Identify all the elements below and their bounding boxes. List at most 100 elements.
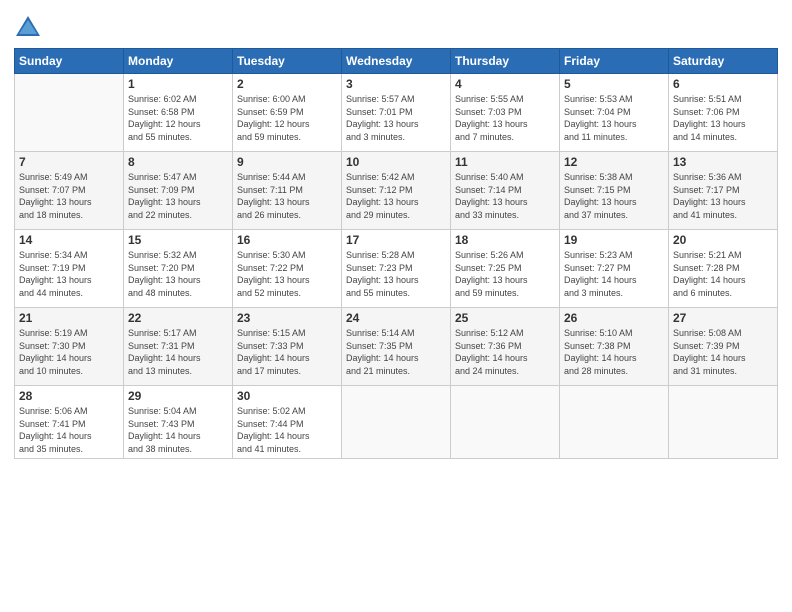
day-info-line: Daylight: 13 hours (455, 118, 555, 131)
day-info-line: Sunset: 7:20 PM (128, 262, 228, 275)
day-info-line: Daylight: 14 hours (673, 274, 773, 287)
day-info-line: Sunset: 7:25 PM (455, 262, 555, 275)
day-info-line: Sunset: 7:35 PM (346, 340, 446, 353)
calendar-cell: 8Sunrise: 5:47 AMSunset: 7:09 PMDaylight… (124, 152, 233, 230)
day-info-line: and 41 minutes. (237, 443, 337, 456)
day-info-line: Sunrise: 5:06 AM (19, 405, 119, 418)
day-info-line: Sunrise: 5:38 AM (564, 171, 664, 184)
day-number: 23 (237, 311, 337, 325)
calendar-cell: 14Sunrise: 5:34 AMSunset: 7:19 PMDayligh… (15, 230, 124, 308)
calendar-cell: 21 Sunrise: 5:19 AMSunset: 7:30 PMDayligh… (15, 308, 124, 386)
day-info-line: Sunset: 7:28 PM (673, 262, 773, 275)
day-number: 20 (673, 233, 773, 247)
day-number: 19 (564, 233, 664, 247)
day-number: 18 (455, 233, 555, 247)
day-info-line: Sunrise: 5:19 AM (19, 327, 119, 340)
logo (14, 14, 44, 42)
day-info-line: Daylight: 14 hours (19, 352, 119, 365)
day-info-line: and 26 minutes. (237, 209, 337, 222)
calendar-cell: 13Sunrise: 5:36 AMSunset: 7:17 PMDayligh… (669, 152, 778, 230)
day-info-line: and 7 minutes. (455, 131, 555, 144)
calendar-cell: 23Sunrise: 5:15 AMSunset: 7:33 PMDayligh… (233, 308, 342, 386)
day-info-line: and 52 minutes. (237, 287, 337, 300)
day-info-line: Daylight: 14 hours (237, 352, 337, 365)
day-info-line: Daylight: 13 hours (564, 196, 664, 209)
day-info-line: Sunrise: 5:57 AM (346, 93, 446, 106)
calendar-cell (15, 74, 124, 152)
day-number: 27 (673, 311, 773, 325)
day-info-line: Sunset: 7:41 PM (19, 418, 119, 431)
day-info-line: Sunset: 7:23 PM (346, 262, 446, 275)
day-number: 21 (19, 311, 119, 325)
day-info-line: Sunset: 7:04 PM (564, 106, 664, 119)
day-number: 6 (673, 77, 773, 91)
day-number: 1 (128, 77, 228, 91)
day-info-line: and 6 minutes. (673, 287, 773, 300)
day-info-line: and 33 minutes. (455, 209, 555, 222)
calendar-cell: 5 Sunrise: 5:53 AMSunset: 7:04 PMDaylight… (560, 74, 669, 152)
day-info-line: Daylight: 13 hours (19, 196, 119, 209)
day-info-line: and 17 minutes. (237, 365, 337, 378)
day-info-line: Sunset: 7:19 PM (19, 262, 119, 275)
day-number: 17 (346, 233, 446, 247)
day-info-line: and 22 minutes. (128, 209, 228, 222)
day-info-line: and 37 minutes. (564, 209, 664, 222)
day-number: 5 (564, 77, 664, 91)
day-info-line: and 38 minutes. (128, 443, 228, 456)
day-info-line: Daylight: 13 hours (128, 274, 228, 287)
day-info-line: Sunset: 7:27 PM (564, 262, 664, 275)
calendar-cell: 10Sunrise: 5:42 AMSunset: 7:12 PMDayligh… (342, 152, 451, 230)
calendar-cell: 2Sunrise: 6:00 AMSunset: 6:59 PMDaylight… (233, 74, 342, 152)
day-info-line: Daylight: 13 hours (564, 118, 664, 131)
day-number: 26 (564, 311, 664, 325)
day-info-line: Sunrise: 5:53 AM (564, 93, 664, 106)
day-info-line: Sunset: 6:58 PM (128, 106, 228, 119)
day-info-line: Sunrise: 6:00 AM (237, 93, 337, 106)
day-info-line: and 55 minutes. (346, 287, 446, 300)
day-info-line: Sunset: 7:44 PM (237, 418, 337, 431)
day-info-line: and 41 minutes. (673, 209, 773, 222)
calendar-cell: 6Sunrise: 5:51 AMSunset: 7:06 PMDaylight… (669, 74, 778, 152)
day-number: 4 (455, 77, 555, 91)
day-info-line: Daylight: 13 hours (19, 274, 119, 287)
calendar-cell: 15Sunrise: 5:32 AMSunset: 7:20 PMDayligh… (124, 230, 233, 308)
day-info-line: Sunset: 7:15 PM (564, 184, 664, 197)
day-info-line: Sunset: 7:09 PM (128, 184, 228, 197)
calendar-cell (560, 386, 669, 459)
day-of-week-header: Sunday (15, 49, 124, 74)
day-info-line: Sunrise: 5:47 AM (128, 171, 228, 184)
calendar-cell: 3Sunrise: 5:57 AMSunset: 7:01 PMDaylight… (342, 74, 451, 152)
day-info-line: Sunset: 7:03 PM (455, 106, 555, 119)
day-number: 7 (19, 155, 119, 169)
day-info-line: Daylight: 14 hours (237, 430, 337, 443)
day-info-line: Daylight: 13 hours (237, 274, 337, 287)
day-of-week-header: Thursday (451, 49, 560, 74)
day-of-week-header: Friday (560, 49, 669, 74)
day-info-line: Sunset: 7:30 PM (19, 340, 119, 353)
day-info-line: Daylight: 13 hours (455, 274, 555, 287)
day-info-line: and 10 minutes. (19, 365, 119, 378)
calendar-cell: 20Sunrise: 5:21 AMSunset: 7:28 PMDayligh… (669, 230, 778, 308)
day-info-line: Sunset: 7:07 PM (19, 184, 119, 197)
day-number: 28 (19, 389, 119, 403)
day-info-line: Daylight: 14 hours (673, 352, 773, 365)
calendar-cell (342, 386, 451, 459)
day-info-line: Sunset: 7:17 PM (673, 184, 773, 197)
day-info-line: Sunset: 7:33 PM (237, 340, 337, 353)
calendar-cell: 11Sunrise: 5:40 AMSunset: 7:14 PMDayligh… (451, 152, 560, 230)
day-info-line: Sunrise: 5:26 AM (455, 249, 555, 262)
logo-icon (14, 14, 42, 42)
day-info-line: Sunset: 7:31 PM (128, 340, 228, 353)
day-info-line: and 59 minutes. (455, 287, 555, 300)
day-info-line: Sunrise: 5:10 AM (564, 327, 664, 340)
day-info-line: and 44 minutes. (19, 287, 119, 300)
day-info-line: and 3 minutes. (564, 287, 664, 300)
day-info-line: Sunrise: 5:23 AM (564, 249, 664, 262)
day-number: 22 (128, 311, 228, 325)
calendar-cell: 1Sunrise: 6:02 AMSunset: 6:58 PMDaylight… (124, 74, 233, 152)
day-info-line: and 14 minutes. (673, 131, 773, 144)
calendar-cell: 25Sunrise: 5:12 AMSunset: 7:36 PMDayligh… (451, 308, 560, 386)
day-info-line: and 24 minutes. (455, 365, 555, 378)
day-number: 12 (564, 155, 664, 169)
day-info-line: Daylight: 12 hours (237, 118, 337, 131)
